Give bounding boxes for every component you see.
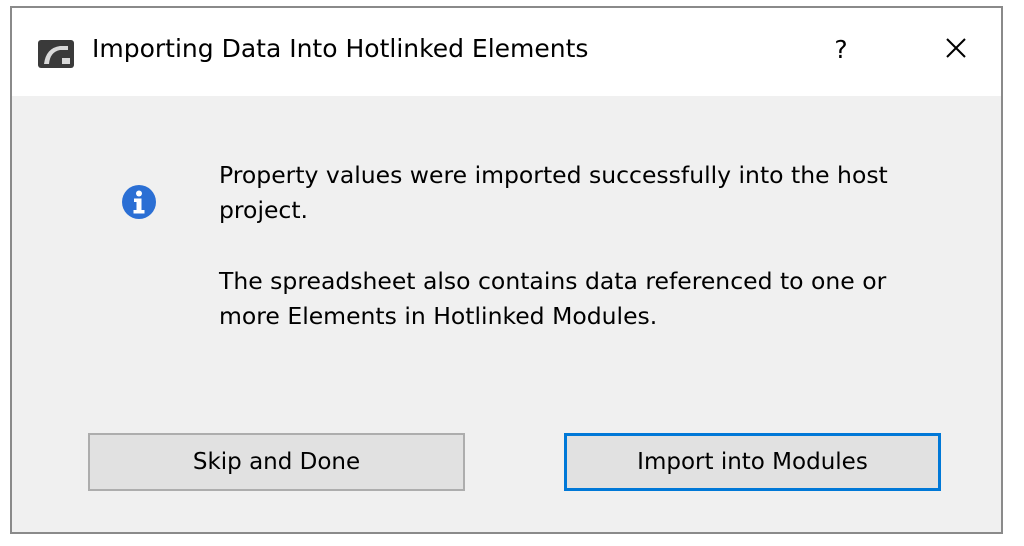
title-bar[interactable]: Importing Data Into Hotlinked Elements ? [12,8,1001,96]
dialog-title: Importing Data Into Hotlinked Elements [92,34,589,63]
info-icon [122,185,156,219]
skip-and-done-button[interactable]: Skip and Done [88,433,465,491]
archicad-app-icon [38,40,74,68]
help-button[interactable]: ? [823,30,859,70]
success-message: Property values were imported successful… [219,161,888,224]
dialog-window: Importing Data Into Hotlinked Elements ?… [10,6,1003,534]
close-icon[interactable] [936,28,976,68]
import-into-modules-button[interactable]: Import into Modules [564,433,941,491]
hotlinked-data-message: The spreadsheet also contains data refer… [219,267,887,330]
